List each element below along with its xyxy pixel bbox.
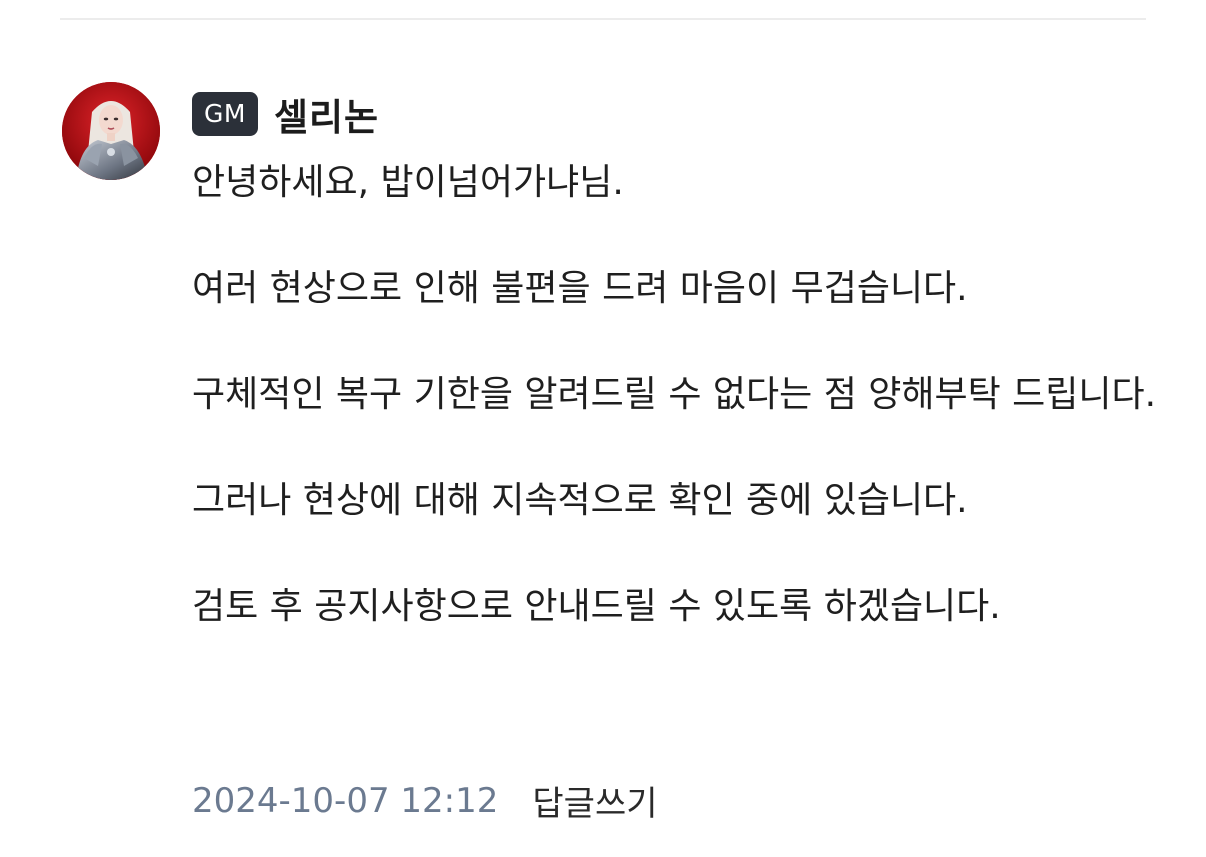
comment-paragraph: 안녕하세요, 밥이넘어가냐님. (192, 162, 624, 203)
author-name[interactable]: 셀리논 (274, 87, 379, 141)
comment-paragraph: 검토 후 공지사항으로 안내드릴 수 있도록 하겠습니다. (192, 586, 1001, 627)
comment-date: 2024-10-07 12:12 (192, 780, 499, 821)
gm-badge: GM (192, 92, 258, 136)
comment-paragraph: 여러 현상으로 인해 불편을 드려 마음이 무겁습니다. (192, 268, 968, 309)
reply-button[interactable]: 답글쓰기 (532, 776, 657, 825)
character-portrait-avatar[interactable] (62, 82, 160, 180)
comment-paragraph: 그러나 현상에 대해 지속적으로 확인 중에 있습니다. (192, 480, 968, 521)
comment-paragraph: 구체적인 복구 기한을 알려드릴 수 없다는 점 양해부탁 드립니다. (192, 374, 1157, 415)
comment-meta: 2024-10-07 12:12 답글쓰기 (192, 776, 658, 825)
comment-body: GM 셀리논 안녕하세요, 밥이넘어가냐님. 여러 현상으로 인해 불편을 드려… (192, 88, 1162, 633)
author-row: GM 셀리논 (192, 88, 1162, 140)
comment-content: 안녕하세요, 밥이넘어가냐님. 여러 현상으로 인해 불편을 드려 마음이 무겁… (192, 156, 1162, 633)
top-divider (60, 18, 1146, 20)
